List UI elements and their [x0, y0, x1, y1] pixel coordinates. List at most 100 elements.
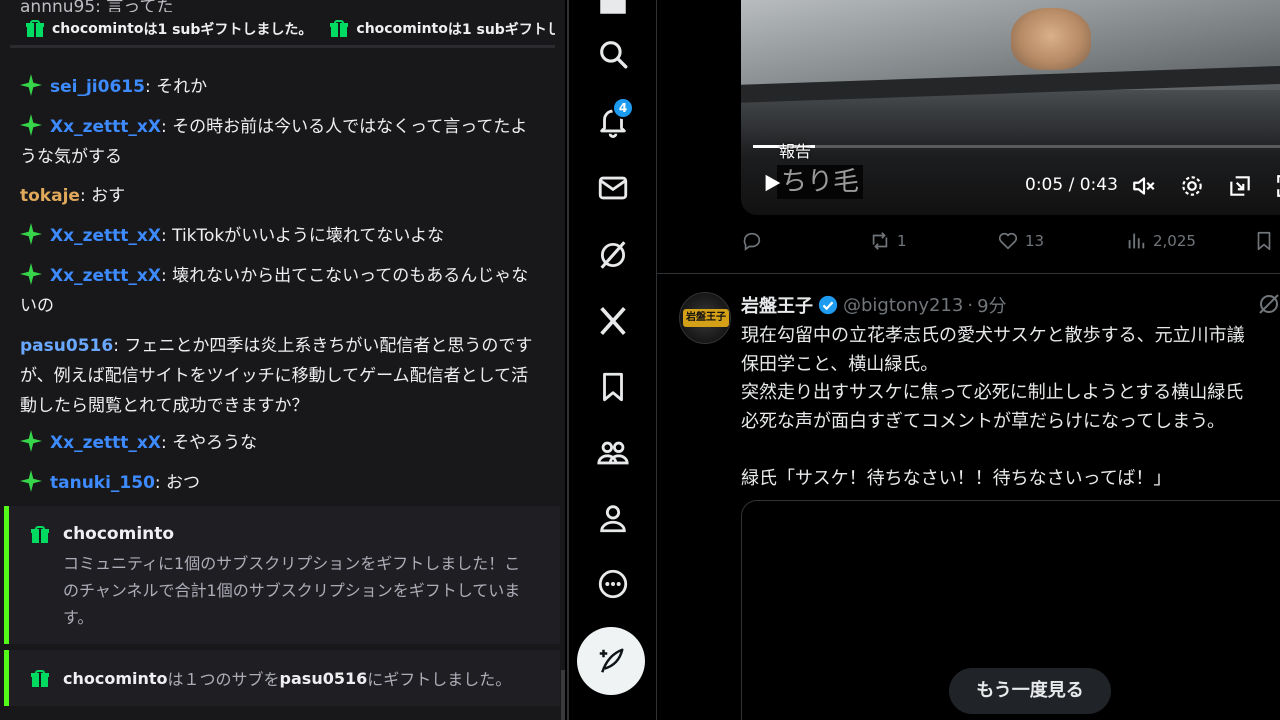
star-badge-icon[interactable]: [20, 470, 42, 492]
gift-sub-notice: chocominto コミュニティに1個のサブスクリプションをギフトしました！こ…: [4, 506, 560, 644]
chat-message: Xx_zettt_xX: TikTokがいいように壊れてないよな: [20, 221, 535, 251]
tweet-actions: 1 13 2,025: [741, 230, 1280, 260]
chat-username[interactable]: pasu0516: [20, 336, 113, 356]
video-time: 0:05 / 0:43: [1025, 175, 1118, 195]
chat-username[interactable]: tanuki_150: [50, 473, 155, 493]
post-button[interactable]: [577, 627, 645, 695]
gift-recipient-notice: chocominto は１つのサブを pasu0516 にギフトしました。: [4, 650, 560, 706]
profile-icon[interactable]: [596, 501, 630, 535]
ticker-item[interactable]: chocominto は1 subギフトしました。: [26, 19, 312, 39]
notice-gifter[interactable]: chocominto: [63, 669, 168, 688]
reply-icon: [743, 232, 761, 251]
views-button[interactable]: 2,025: [1125, 230, 1196, 252]
tweet[interactable]: 岩盤王子 岩盤王子 @bigtony213 · 9分 現在勾留中の立花孝志氏の愛…: [657, 274, 1280, 720]
gift-icon: [330, 20, 349, 37]
compose-icon: [599, 648, 624, 673]
chat-message: Xx_zettt_xX: そやろうな: [20, 428, 535, 458]
chat-text: : そやろうな: [160, 433, 258, 453]
chat-message: pasu0516: フェニとか四季は炎上系きちがい配信者と思うのですが、例えば配…: [20, 331, 535, 421]
chat-scrollbar[interactable]: [561, 670, 565, 720]
ticker-text: は1 subギフトしました。: [143, 21, 313, 38]
replay-button[interactable]: もう一度見る: [949, 668, 1111, 714]
notification-count-badge[interactable]: 4: [612, 97, 634, 119]
x-premium-icon[interactable]: [596, 304, 630, 338]
video-subject: [1011, 8, 1091, 70]
notice-recipient[interactable]: pasu0516: [280, 669, 368, 688]
gift-icon: [31, 669, 49, 687]
avatar[interactable]: 岩盤王子: [679, 292, 731, 344]
star-badge-icon[interactable]: [20, 430, 42, 452]
chat-message: tanuki_150: おつ: [20, 468, 535, 498]
notice-body: コミュニティに1個のサブスクリプションをギフトしました！このチャンネルで合計1個…: [63, 554, 521, 627]
chat-username[interactable]: Xx_zettt_xX: [50, 433, 161, 453]
chat-text: : それか: [144, 77, 208, 97]
gift-ticker[interactable]: chocominto は1 subギフトしました。 chocominto は1 su…: [10, 12, 555, 48]
ticker-text: は1 subギフトしま: [447, 21, 555, 38]
communities-icon[interactable]: [596, 436, 630, 470]
chat-message: sei_ji0615: それか: [20, 72, 535, 102]
picture-in-picture-icon[interactable]: [1227, 173, 1253, 199]
chat-username[interactable]: tokaje: [20, 186, 80, 206]
grok-icon[interactable]: [1257, 292, 1280, 316]
chat-username[interactable]: Xx_zettt_xX: [50, 266, 161, 286]
like-count: 13: [1025, 232, 1045, 250]
chat-text: : TikTokがいいように壊れてないよな: [160, 226, 445, 246]
ticker-item[interactable]: chocomintoは1 subギフトしま: [330, 19, 555, 39]
reply-button[interactable]: [741, 230, 769, 252]
settings-icon[interactable]: [1179, 173, 1205, 199]
chat-message: tokaje: おす: [20, 181, 535, 211]
chat-username[interactable]: sei_ji0615: [50, 77, 145, 97]
x-timeline: 報告 ちり毛 0:05 / 0:43 1 13 2,025 岩盤王子 岩盤王子 …: [656, 0, 1280, 720]
star-badge-icon[interactable]: [20, 223, 42, 245]
repost-button[interactable]: 1: [869, 230, 907, 252]
play-icon[interactable]: [761, 172, 783, 194]
like-icon: [998, 232, 1018, 250]
repost-count: 1: [897, 232, 907, 250]
separator-dot: ·: [967, 294, 974, 316]
grok-icon[interactable]: [596, 238, 630, 272]
display-name[interactable]: 岩盤王子: [741, 292, 813, 318]
notice-username[interactable]: chocominto: [63, 524, 174, 544]
more-icon[interactable]: [596, 567, 630, 601]
ticker-user: chocominto: [356, 20, 448, 37]
gift-icon: [31, 525, 49, 543]
gift-icon: [26, 20, 44, 37]
mute-icon[interactable]: [1131, 173, 1157, 199]
chat-text: : おつ: [154, 473, 201, 493]
view-count: 2,025: [1153, 232, 1196, 250]
notice-middle: は１つのサブを: [167, 670, 280, 689]
tweet-time[interactable]: 9分: [977, 292, 1006, 318]
video-progress-bar[interactable]: [753, 145, 1280, 148]
bookmark-icon: [1257, 231, 1271, 251]
fullscreen-icon[interactable]: [1275, 173, 1280, 199]
video-caption-big: ちり毛: [777, 165, 864, 199]
video-player[interactable]: 報告 ちり毛 0:05 / 0:43: [741, 0, 1280, 215]
verified-badge-icon[interactable]: [817, 294, 839, 316]
bookmarks-icon[interactable]: [596, 370, 630, 404]
messages-icon[interactable]: [596, 171, 630, 205]
bookmark-button[interactable]: [1253, 230, 1280, 252]
chat-message: Xx_zettt_xX: その時お前は今いる人ではなくって言ってたような気がする: [20, 112, 535, 172]
user-handle[interactable]: @bigtony213: [843, 295, 963, 316]
video-caption-small: 報告: [779, 142, 812, 161]
like-button[interactable]: 13: [997, 230, 1044, 252]
notice-line: chocominto は１つのサブを pasu0516 にギフトしました。: [31, 666, 511, 690]
twitch-chat-panel: annnu95: 言ってた chocominto は1 subギフトしました。 c…: [0, 0, 565, 720]
notice-end: にギフトしました。: [367, 670, 512, 689]
tweet-text: 現在勾留中の立花孝志氏の愛犬サスケと散歩する、元立川市議 保田学こと、横山緑氏。…: [741, 325, 1245, 489]
search-icon[interactable]: [596, 37, 630, 71]
star-badge-icon[interactable]: [20, 263, 42, 285]
repost-icon: [872, 232, 888, 250]
avatar-logo-text: 岩盤王子: [683, 309, 729, 327]
chat-username[interactable]: Xx_zettt_xX: [50, 226, 161, 246]
notice-header: chocominto: [31, 524, 174, 544]
chat-text: : おす: [79, 186, 126, 206]
chat-username[interactable]: Xx_zettt_xX: [50, 117, 161, 137]
chat-message: Xx_zettt_xX: 壊れないから出てこないってのもあるんじゃないの: [20, 261, 535, 321]
tweet-header: 岩盤王子 @bigtony213 · 9分: [741, 292, 1007, 318]
star-badge-icon[interactable]: [20, 114, 42, 136]
views-icon: [1128, 233, 1145, 249]
star-badge-icon[interactable]: [20, 74, 42, 96]
ticker-user: chocominto: [52, 20, 144, 37]
home-icon[interactable]: [596, 0, 630, 18]
